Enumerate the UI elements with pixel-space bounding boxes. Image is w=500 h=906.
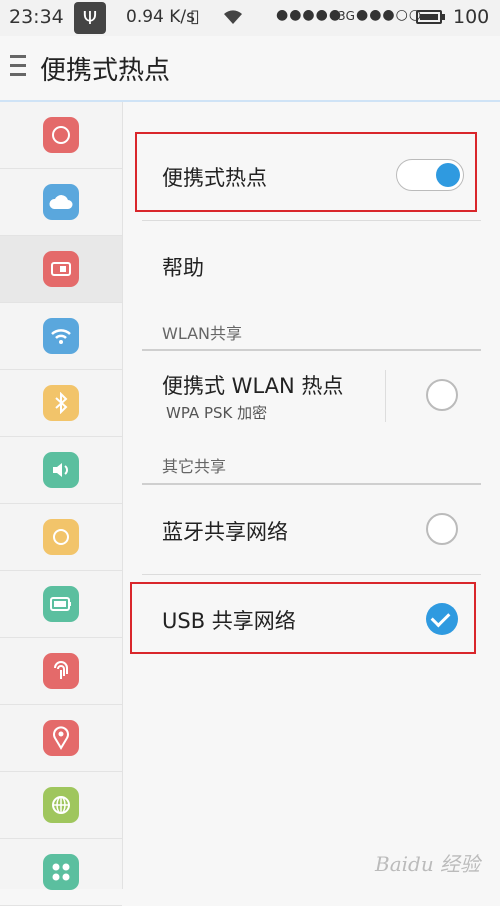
menu-icon[interactable]: [10, 55, 26, 81]
signal-strength-2: ●●●○○: [356, 7, 423, 23]
network-type: 3G: [338, 9, 355, 23]
location-pin-icon: [43, 720, 79, 756]
settings-sidebar: [0, 102, 123, 906]
watermark: Baidu 经验: [375, 852, 481, 876]
sidebar-item-language[interactable]: [0, 772, 122, 839]
network-speed: 0.94 K/s: [126, 7, 195, 27]
speaker-icon: [43, 452, 79, 488]
bluetooth-icon: [43, 385, 79, 421]
title-bar: 便携式热点: [0, 36, 500, 102]
divider: [142, 483, 481, 485]
sidebar-item-sound[interactable]: [0, 437, 122, 504]
sidebar-item-cloud[interactable]: [0, 169, 122, 236]
wlan-hotspot-label[interactable]: 便携式 WLAN 热点: [162, 370, 343, 400]
brightness-icon: [43, 519, 79, 555]
apps-grid-icon: [43, 854, 79, 890]
globe-icon: [43, 787, 79, 823]
page-title: 便携式热点: [40, 56, 171, 86]
divider: [142, 349, 481, 351]
hotspot-highlight: [135, 132, 477, 212]
divider: [142, 220, 481, 221]
sidebar-item-battery[interactable]: [0, 571, 122, 638]
status-time: 23:34: [9, 6, 64, 28]
settings-content: 便携式热点 帮助 WLAN共享 便携式 WLAN 热点 WPA PSK 加密 其…: [123, 102, 500, 889]
wifi-icon: [43, 318, 79, 354]
wlan-hotspot-security: WPA PSK 加密: [166, 404, 268, 422]
sidebar-item-fingerprint[interactable]: [0, 638, 122, 705]
help-item[interactable]: 帮助: [162, 252, 204, 282]
section-header-other: 其它共享: [162, 457, 227, 476]
sim-card-icon: [43, 251, 79, 287]
battery-cap: [442, 14, 445, 20]
sidebar-item-bluetooth[interactable]: [0, 370, 122, 437]
battery-icon: [416, 10, 442, 24]
vibrate-icon: ▯: [190, 6, 200, 27]
sidebar-item-general[interactable]: [0, 102, 122, 169]
sidebar-item-sim[interactable]: [0, 236, 122, 303]
wlan-hotspot-radio[interactable]: [426, 379, 458, 411]
battery-icon-side: [43, 586, 79, 622]
wifi-status-icon: [222, 6, 244, 31]
sidebar-item-wifi[interactable]: [0, 303, 122, 370]
signal-strength-1: ●●●●●: [276, 7, 343, 23]
circle-icon: [43, 117, 79, 153]
fingerprint-icon: [43, 653, 79, 689]
sidebar-item-apps[interactable]: [0, 839, 122, 906]
bluetooth-tether-radio[interactable]: [426, 513, 458, 545]
sidebar-item-location[interactable]: [0, 705, 122, 772]
usb-icon: Ψ: [74, 2, 106, 34]
usb-highlight: [130, 582, 476, 654]
section-header-wlan: WLAN共享: [162, 324, 243, 343]
divider: [142, 574, 481, 575]
cloud-icon: [43, 184, 79, 220]
sidebar-item-display[interactable]: [0, 504, 122, 571]
status-bar: 23:34 Ψ 0.94 K/s ▯ ●●●●● 3G ●●●○○ 100: [0, 0, 500, 36]
vertical-separator: [385, 370, 386, 422]
bluetooth-tether-label[interactable]: 蓝牙共享网络: [162, 516, 288, 546]
battery-level: 100: [453, 6, 490, 28]
